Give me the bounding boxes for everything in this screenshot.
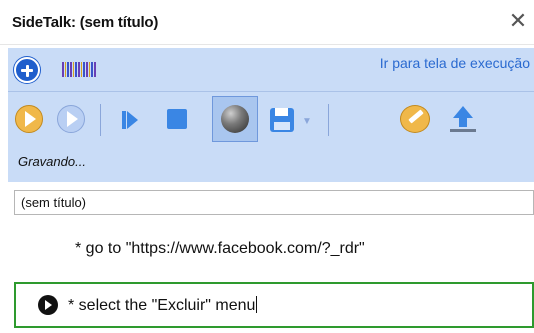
step-item[interactable]: * go to "https://www.facebook.com/?_rdr" (0, 230, 534, 270)
close-icon[interactable]: ✕ (506, 10, 530, 34)
save-button[interactable] (262, 100, 300, 138)
go-to-execution-link[interactable]: Ir para tela de execução (380, 55, 530, 71)
toolbar-divider (100, 104, 101, 136)
control-panel: Ir para tela de execução ▼ Gravando... (8, 48, 534, 182)
upload-button[interactable] (444, 100, 482, 138)
script-title-input[interactable] (14, 190, 534, 215)
barcode-icon[interactable] (62, 62, 96, 77)
window-titlebar: SideTalk: (sem título) ✕ (0, 0, 534, 45)
recording-status: Gravando... (18, 154, 86, 169)
play-bubble-button[interactable] (10, 100, 48, 138)
record-icon (221, 105, 249, 133)
step-button[interactable] (112, 100, 150, 138)
play-bubble-icon (15, 105, 43, 133)
text-caret (256, 296, 258, 313)
current-step-text[interactable]: * select the "Excluir" menu (68, 296, 258, 315)
note-button[interactable] (396, 100, 434, 138)
current-step-editor[interactable]: * select the "Excluir" menu (14, 282, 534, 328)
save-dropdown-icon[interactable]: ▼ (302, 116, 312, 127)
play-bubble-light-icon (57, 105, 85, 133)
stop-icon (167, 109, 187, 129)
stop-button[interactable] (158, 100, 196, 138)
top-bar: Ir para tela de execução (8, 48, 534, 92)
step-icon (122, 111, 126, 129)
window-title: SideTalk: (sem título) (12, 14, 159, 31)
plus-circle-icon[interactable] (14, 57, 40, 83)
current-step-arrow-icon (38, 295, 58, 315)
record-button[interactable] (212, 96, 258, 142)
step-text: * go to "https://www.facebook.com/?_rdr" (75, 240, 365, 257)
recording-toolbar: ▼ (8, 94, 534, 146)
toolbar-divider (328, 104, 329, 136)
play-bubble-light-button[interactable] (52, 100, 90, 138)
